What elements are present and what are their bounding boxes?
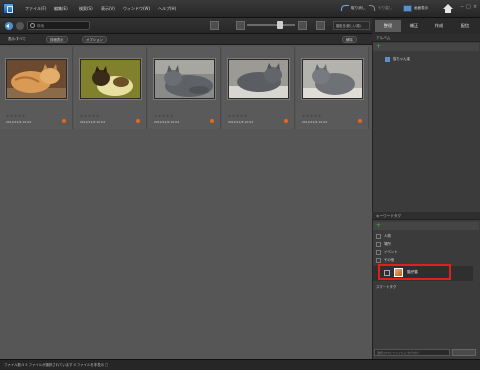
display-mode-icon[interactable]: [403, 5, 412, 12]
add-album-icon[interactable]: +: [376, 43, 381, 50]
small-thumb-icon[interactable]: [236, 21, 245, 30]
show-filter[interactable]: 表示:すべて: [8, 36, 26, 43]
close-button[interactable]: ×: [473, 4, 477, 10]
option-menu[interactable]: オプション: [82, 36, 107, 43]
rating-stars[interactable]: ★★★★★: [302, 114, 322, 118]
tag-category-people[interactable]: 人物: [376, 233, 391, 240]
search-icon: [30, 23, 35, 28]
grid-view-icon[interactable]: [210, 21, 219, 30]
tab-organize[interactable]: 整理: [375, 20, 401, 32]
photo-thumbnail[interactable]: [80, 59, 141, 99]
home-icon[interactable]: [443, 4, 453, 14]
clear-filter-button[interactable]: 解除: [342, 36, 357, 43]
search-input[interactable]: 検索: [27, 21, 90, 30]
menu-find[interactable]: 検索(S): [79, 5, 93, 13]
status-badge: [358, 119, 362, 123]
sort-select[interactable]: 撮影日(新しい順): [333, 21, 370, 30]
status-badge: [210, 119, 214, 123]
albums-header[interactable]: アルバム: [372, 34, 480, 42]
photo-thumbnail[interactable]: [302, 59, 363, 99]
grid-item[interactable]: ★★★★★ 2012/11/6 10:04: [222, 47, 295, 129]
albums-toolbar: +: [373, 43, 479, 51]
menu-view[interactable]: 表示(V): [101, 5, 115, 13]
menu-window[interactable]: ウィンドウ(W): [123, 5, 150, 13]
tag-category-label: その他: [384, 258, 395, 262]
status-bar: ファイル数:5 5 ファイルが選択されています 0 ファイルを非表示 □: [0, 359, 480, 370]
menu-file[interactable]: ファイル(F): [25, 5, 46, 13]
tag-category-label: イベント: [384, 250, 398, 254]
tags-toolbar: +: [373, 222, 479, 230]
photo-thumbnail[interactable]: [228, 59, 289, 99]
detail-toggle[interactable]: 詳細表示: [46, 36, 68, 43]
zoom-slider[interactable]: [247, 24, 295, 26]
app-logo-icon[interactable]: [3, 3, 14, 14]
display-mode-label[interactable]: 画面表示: [414, 4, 428, 13]
grid-item[interactable]: ★★★★★ 2012/11/6 10:04: [296, 47, 369, 129]
tag-category-places[interactable]: 場所: [376, 241, 391, 248]
photo-date: 2012/11/6 10:04: [154, 120, 179, 124]
rating-stars[interactable]: ★★★★★: [6, 114, 26, 118]
minimize-button[interactable]: −: [460, 4, 464, 10]
redo-icon[interactable]: [369, 5, 375, 11]
tag-category-label: 人物: [384, 234, 391, 238]
forward-arrow-icon[interactable]: [16, 22, 24, 30]
tab-fix[interactable]: 補正: [402, 20, 426, 32]
status-badge: [62, 119, 66, 123]
tag-apply-button[interactable]: [452, 349, 476, 356]
tab-share[interactable]: 配信: [452, 20, 478, 32]
add-tag-icon[interactable]: +: [376, 222, 381, 229]
keyword-tags-header[interactable]: キーワードタグ: [372, 212, 480, 220]
undo-label[interactable]: 取り消し: [351, 4, 365, 13]
status-badge: [136, 119, 140, 123]
smart-tags-item[interactable]: スマートタグ: [376, 284, 396, 291]
tag-category-events[interactable]: イベント: [376, 249, 398, 256]
album-icon: [385, 57, 390, 62]
photo-date: 2012/11/6 10:04: [302, 120, 327, 124]
rating-stars[interactable]: ★★★★★: [80, 114, 100, 118]
tab-create[interactable]: 作成: [427, 20, 451, 32]
status-badge: [284, 119, 288, 123]
rating-stars[interactable]: ★★★★★: [154, 114, 174, 118]
tag-category-label: 場所: [384, 242, 391, 246]
redo-label[interactable]: やり直し: [378, 4, 392, 13]
menu-edit[interactable]: 編集(E): [54, 5, 68, 13]
menu-help[interactable]: ヘルプ(H): [158, 5, 176, 13]
selection-highlight: [378, 264, 451, 280]
large-thumb-icon[interactable]: [298, 21, 307, 30]
grid-item[interactable]: ★★★★★ 2012/11/6 10:04: [148, 47, 221, 129]
grid-item[interactable]: ★★★★★ 2012/11/6 10:04: [74, 47, 147, 129]
right-panel: [372, 34, 480, 359]
rating-stars[interactable]: ★★★★★: [228, 114, 248, 118]
tag-apply-input[interactable]: 選択されたファイルにタグ付け: [374, 349, 450, 356]
photo-date: 2012/11/6 10:04: [80, 120, 105, 124]
photo-date: 2012/11/6 10:04: [6, 120, 31, 124]
photo-thumbnail[interactable]: [6, 59, 67, 99]
photo-date: 2012/11/6 10:04: [228, 120, 253, 124]
undo-icon[interactable]: [341, 5, 349, 11]
status-text: ファイル数:5 5 ファイルが選択されています 0 ファイルを非表示 □: [4, 363, 109, 367]
zoom-slider-handle[interactable]: [277, 21, 283, 29]
maximize-button[interactable]: □: [466, 4, 471, 10]
album-item[interactable]: 猫ちゃん達: [393, 56, 410, 63]
tag-category-other[interactable]: その他: [376, 257, 394, 264]
grid-item[interactable]: ★★★★★ 2012/11/6 10:04: [0, 47, 73, 129]
photo-thumbnail[interactable]: [154, 59, 215, 99]
back-arrow-icon[interactable]: [5, 22, 13, 30]
fullscreen-icon[interactable]: [316, 21, 325, 30]
